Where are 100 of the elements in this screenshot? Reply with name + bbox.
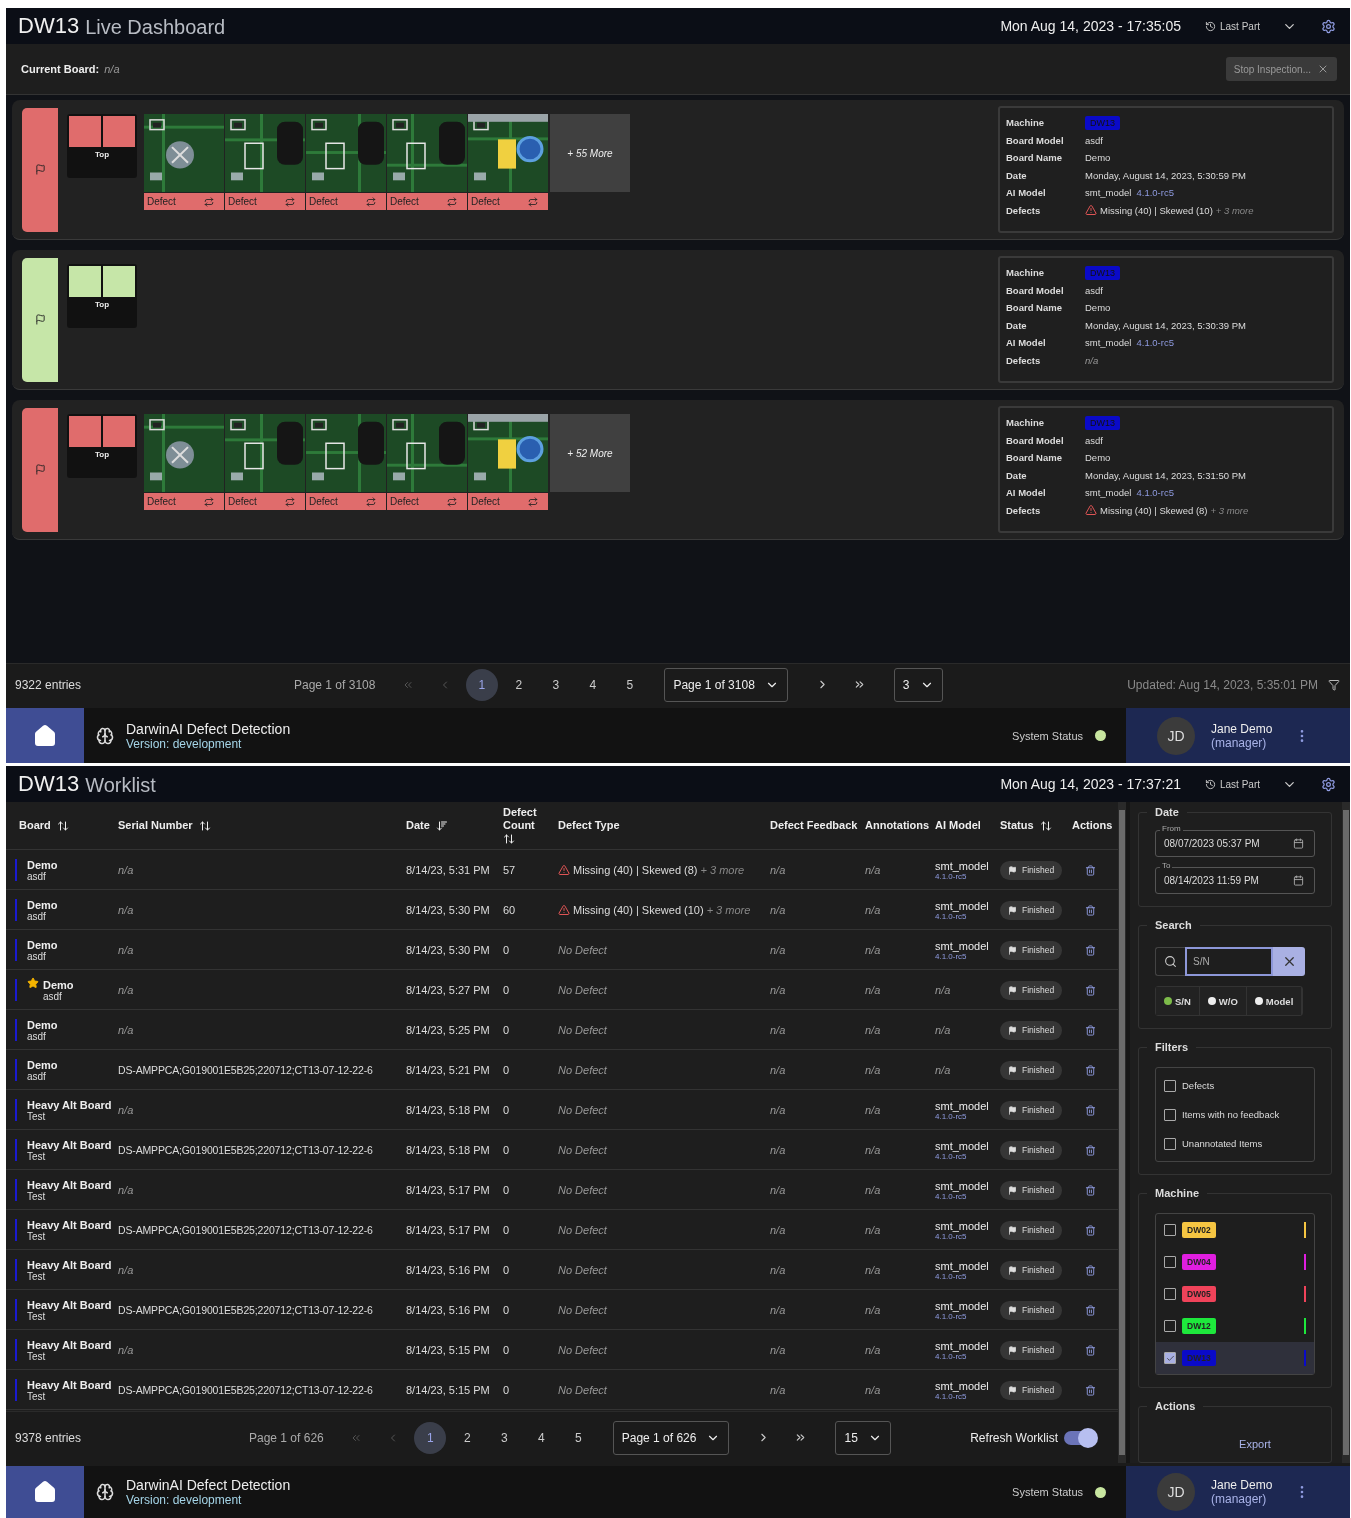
repeat-icon[interactable] <box>285 496 295 507</box>
sort-icon[interactable] <box>198 819 211 832</box>
delete-icon[interactable] <box>1085 864 1096 876</box>
export-link[interactable]: Export <box>1239 1438 1271 1450</box>
sort-icon[interactable] <box>503 833 515 845</box>
delete-icon[interactable] <box>1085 1344 1096 1356</box>
repeat-icon[interactable] <box>528 196 538 207</box>
search-mode-option[interactable]: Model <box>1246 987 1303 1015</box>
board-name: Demo <box>27 1058 58 1071</box>
calendar-icon[interactable] <box>1293 838 1304 849</box>
model-version: 4.1.0-rc5 <box>1136 336 1174 350</box>
more-images-button[interactable]: + 55 More <box>550 114 630 192</box>
repeat-icon[interactable] <box>204 496 214 507</box>
scrollbar[interactable] <box>1118 802 1126 1463</box>
model-version: 4.1.0-rc5 <box>935 1311 967 1321</box>
checkbox[interactable] <box>1164 1288 1176 1300</box>
search-button[interactable] <box>1155 947 1185 976</box>
feedback-cell: n/a <box>770 864 786 876</box>
home-button[interactable] <box>6 708 84 763</box>
updated-time: Updated: Aug 14, 2023, 5:35:01 PM <box>1127 677 1318 692</box>
search-field[interactable]: S/N <box>1185 947 1273 976</box>
defect-label-bar[interactable]: Defect <box>387 193 467 210</box>
delete-icon[interactable] <box>1085 1184 1096 1196</box>
board-side-thumbnail[interactable]: Top <box>67 114 137 178</box>
date-cell: 8/14/23, 5:15 PM <box>406 1384 490 1396</box>
stop-inspection-button[interactable]: Stop Inspection... <box>1225 57 1337 81</box>
repeat-icon[interactable] <box>366 496 376 507</box>
defect-label-bar[interactable]: Defect <box>306 193 386 210</box>
calendar-icon[interactable] <box>1293 875 1304 886</box>
board-side-thumbnail[interactable]: Top <box>67 264 137 328</box>
page-button[interactable]: 3 <box>539 668 572 701</box>
defect-label-bar[interactable]: Defect <box>225 193 305 210</box>
page-button[interactable]: 2 <box>451 1421 484 1454</box>
search-mode-option[interactable]: S/N <box>1156 987 1200 1015</box>
feedback-cell: n/a <box>770 984 786 996</box>
defect-label-bar[interactable]: Defect <box>387 493 467 510</box>
delete-icon[interactable] <box>1085 1064 1096 1076</box>
filter-icon[interactable] <box>1328 678 1340 691</box>
defect-label-bar[interactable]: Defect <box>468 493 548 510</box>
page-button[interactable]: 4 <box>576 668 609 701</box>
last-part-button[interactable]: Last Part <box>1196 20 1268 32</box>
delete-icon[interactable] <box>1085 1144 1096 1156</box>
checkbox[interactable] <box>1164 1352 1176 1364</box>
repeat-icon[interactable] <box>528 496 538 507</box>
defect-label-bar[interactable]: Defect <box>144 193 224 210</box>
checkbox[interactable] <box>1164 1108 1176 1121</box>
repeat-icon[interactable] <box>204 196 214 207</box>
page-select[interactable]: Page 1 of 626 <box>612 1420 730 1455</box>
delete-icon[interactable] <box>1085 984 1096 996</box>
delete-icon[interactable] <box>1085 944 1096 956</box>
avatar[interactable]: JD <box>1157 716 1195 755</box>
defect-label-bar[interactable]: Defect <box>144 493 224 510</box>
sort-icon[interactable] <box>56 819 69 832</box>
delete-icon[interactable] <box>1085 1304 1096 1316</box>
scrollbar[interactable] <box>1342 802 1350 1463</box>
column-header: Board <box>19 819 51 832</box>
checkbox[interactable] <box>1164 1320 1176 1332</box>
annotations-cell: n/a <box>865 1024 881 1036</box>
delete-icon[interactable] <box>1085 904 1096 916</box>
checkbox[interactable] <box>1164 1224 1176 1236</box>
delete-icon[interactable] <box>1085 1224 1096 1236</box>
page-button[interactable]: 5 <box>562 1421 595 1454</box>
defect-label-bar[interactable]: Defect <box>468 193 548 210</box>
page-button[interactable]: 1 <box>414 1421 447 1454</box>
sort-icon[interactable] <box>1039 819 1052 832</box>
page-button[interactable]: 2 <box>502 668 535 701</box>
last-part-button[interactable]: Last Part <box>1196 778 1268 790</box>
repeat-icon[interactable] <box>366 196 376 207</box>
defect-label-bar[interactable]: Defect <box>306 493 386 510</box>
board-side-thumbnail[interactable]: Top <box>67 414 137 478</box>
home-button[interactable] <box>6 1466 84 1518</box>
info-label: Board Model <box>1006 283 1065 298</box>
settings-icon[interactable] <box>1321 776 1336 792</box>
page-size-select[interactable]: 3 <box>893 667 943 702</box>
checkbox[interactable] <box>1164 1137 1176 1150</box>
page-button[interactable]: 5 <box>613 668 646 701</box>
section-title: Date <box>1154 806 1180 818</box>
repeat-icon[interactable] <box>447 496 457 507</box>
star-icon[interactable] <box>27 977 39 989</box>
repeat-icon[interactable] <box>447 196 457 207</box>
sort-descending-icon[interactable] <box>435 819 448 832</box>
delete-icon[interactable] <box>1085 1384 1096 1396</box>
page-size-select[interactable]: 15 <box>835 1420 891 1455</box>
serial-number: n/a <box>118 1104 134 1116</box>
defect-label-bar[interactable]: Defect <box>225 493 305 510</box>
more-images-button[interactable]: + 52 More <box>550 414 630 492</box>
delete-icon[interactable] <box>1085 1264 1096 1276</box>
page-button[interactable]: 1 <box>465 668 498 701</box>
clear-button[interactable] <box>1273 947 1305 976</box>
checkbox[interactable] <box>1164 1079 1176 1092</box>
delete-icon[interactable] <box>1085 1024 1096 1036</box>
avatar[interactable]: JD <box>1157 1473 1195 1511</box>
page-button[interactable]: 4 <box>525 1421 558 1454</box>
page-select[interactable]: Page 1 of 3108 <box>664 667 788 702</box>
repeat-icon[interactable] <box>285 196 295 207</box>
settings-icon[interactable] <box>1321 18 1336 34</box>
delete-icon[interactable] <box>1085 1104 1096 1116</box>
checkbox[interactable] <box>1164 1256 1176 1268</box>
search-mode-option[interactable]: W/O <box>1199 987 1247 1015</box>
page-button[interactable]: 3 <box>488 1421 521 1454</box>
